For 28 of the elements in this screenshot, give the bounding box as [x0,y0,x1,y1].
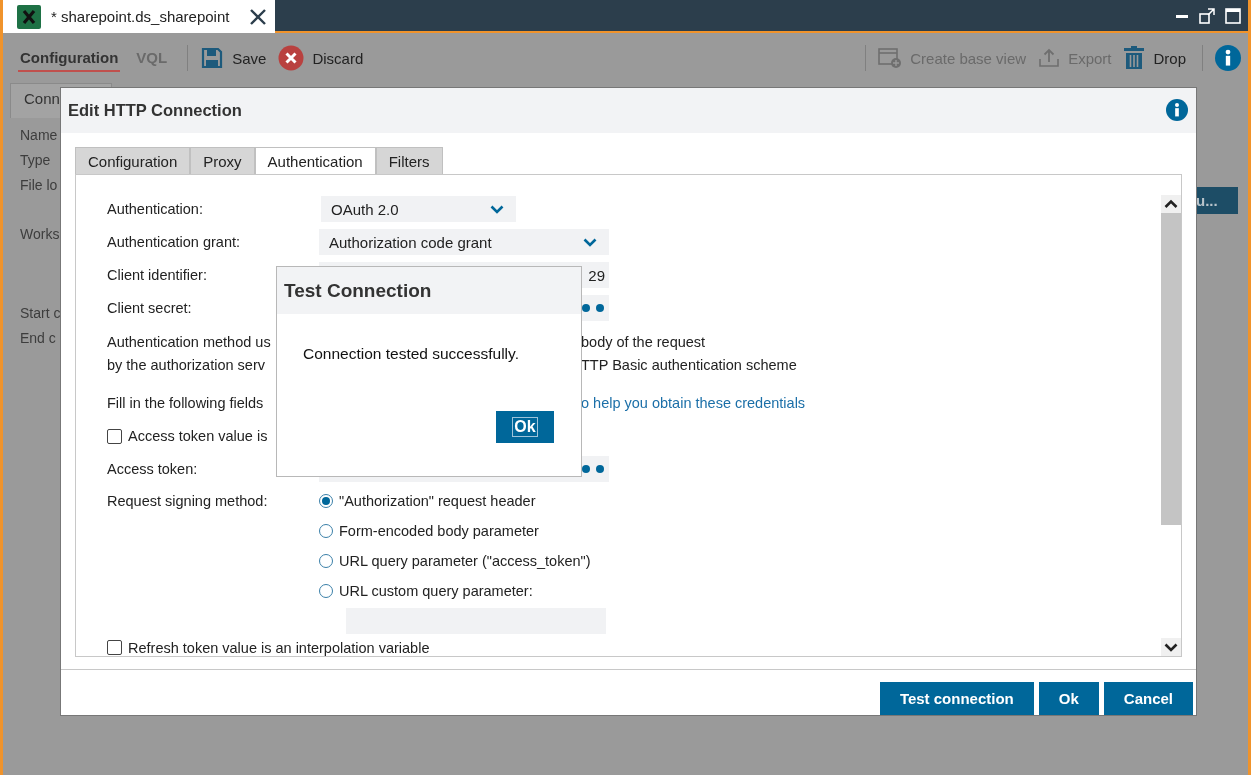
field-label: File lo [20,177,59,193]
field-label: Authentication: [107,201,204,218]
radio-label: URL custom query parameter: [339,582,533,599]
description-text: TTP Basic authentication scheme [581,357,798,374]
radio-label: "Authorization" request header [339,492,536,509]
field-label: Client identifier: [107,267,208,284]
field-label: Name [20,127,59,143]
description-text: by the authorization serv [107,357,266,374]
field-label: Access token: [107,461,199,478]
tab-title: * sharepoint.ds_sharepoint [51,8,230,25]
field-label: Client secret: [107,300,193,317]
field-label: Authentication grant: [107,234,241,251]
field-label: Works [20,226,61,242]
dialog-title: Test Connection [284,279,432,302]
radio-label: URL query parameter ("access_token") [339,552,591,569]
field-label: End c [20,330,57,346]
checkbox-label: Refresh token value is an interpolation variable [128,639,430,656]
field-label: Start c [20,305,61,321]
description-text: Fill in the following fields [107,395,265,412]
dialog-title: Edit HTTP Connection [68,100,243,120]
description-text: Authentication method us [107,334,272,351]
field-label: Request signing method: [107,491,269,511]
description-text: body of the request [581,334,707,351]
tab-label: Conn [24,90,60,107]
field-label: Type [20,152,52,168]
checkbox-label: Access token value is [128,428,268,445]
radio-label: Form-encoded body parameter [339,522,539,539]
message-text: Connection tested successfully. [303,345,520,363]
